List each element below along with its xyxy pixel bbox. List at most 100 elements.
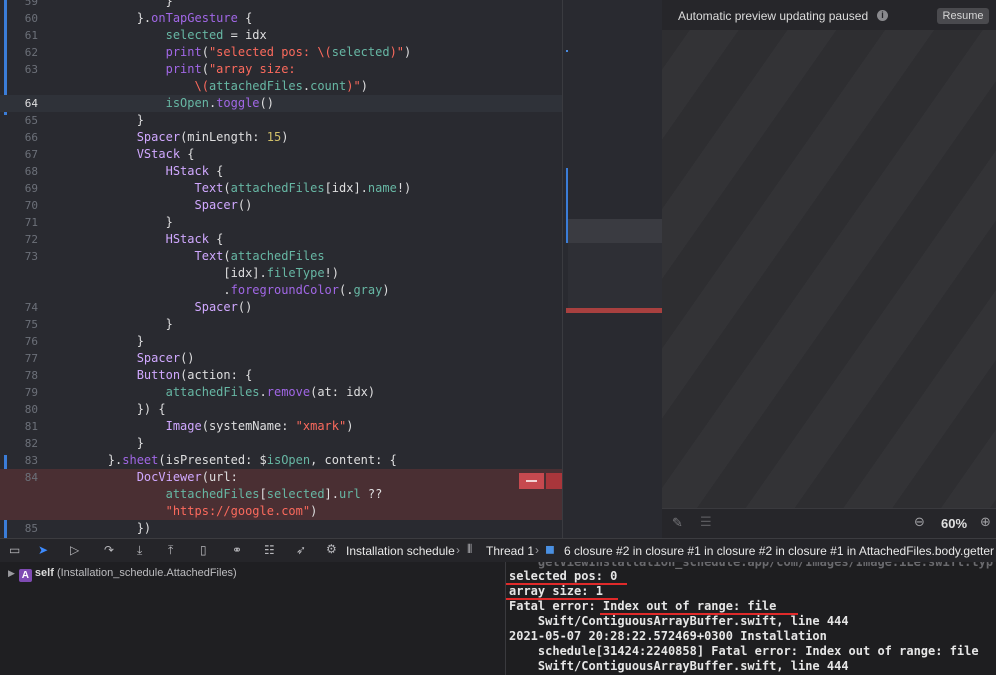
step-out-icon[interactable]: ⤒ (168, 543, 173, 558)
code-token: = idx (223, 28, 267, 42)
code-line[interactable]: 69 Text(attachedFiles[idx].name!) (0, 180, 562, 197)
code-line[interactable]: 67 VStack { (0, 146, 562, 163)
line-number: 71 (24, 216, 38, 229)
console-line: schedule[31424:2240858] Fatal error: Ind… (509, 644, 979, 658)
code-token: } (136, 436, 144, 450)
code-text: HStack { (50, 231, 224, 248)
step-over-icon[interactable]: ↷ (104, 543, 114, 557)
variable-type: (Installation_schedule.AttachedFiles) (56, 567, 237, 579)
breadcrumb-separator: › (456, 543, 460, 557)
code-text: }.sheet(isPresented: $isOpen, content: { (50, 452, 397, 469)
code-line[interactable]: 83 }.sheet(isPresented: $isOpen, content… (0, 452, 562, 469)
code-line[interactable]: "https://google.com") (0, 503, 562, 520)
zoom-out-icon[interactable]: ⊖ (914, 515, 925, 530)
minimap[interactable] (562, 0, 662, 538)
code-token: ) (360, 79, 368, 93)
code-line[interactable]: 64 isOpen.toggle() (0, 95, 562, 112)
breakpoints-toggle-icon[interactable]: ➤ (38, 543, 48, 557)
code-line[interactable]: 78 Button(action: { (0, 367, 562, 384)
code-line[interactable]: 61 selected = idx (0, 27, 562, 44)
code-line[interactable]: 84 DocViewer(url: (0, 469, 562, 486)
breadcrumb-thread[interactable]: Thread 1 (486, 544, 534, 558)
disclosure-triangle-icon[interactable]: ▶ (8, 568, 15, 578)
code-line[interactable]: 76 } (0, 333, 562, 350)
code-line[interactable]: 85 }) (0, 520, 562, 537)
code-line[interactable]: 80 }) { (0, 401, 562, 418)
code-token: ( (201, 45, 209, 59)
code-token: } (136, 113, 144, 127)
line-number: 78 (24, 369, 38, 382)
code-line[interactable]: 65 } (0, 112, 562, 129)
code-token: [idx]. (223, 266, 267, 280)
code-token: VStack (136, 147, 181, 161)
code-line[interactable]: 71 } (0, 214, 562, 231)
code-line[interactable]: 79 attachedFiles.remove(at: idx) (0, 384, 562, 401)
code-line[interactable]: 73 Text(attachedFiles (0, 248, 562, 265)
zoom-in-icon[interactable]: ⊕ (980, 515, 991, 530)
code-line[interactable]: 70 Spacer() (0, 197, 562, 214)
code-line[interactable]: \(attachedFiles.count)") (0, 78, 562, 95)
code-token: Text (194, 181, 224, 195)
simulate-location-icon[interactable]: ➶ (296, 543, 306, 557)
code-token: foregroundColor (230, 283, 339, 297)
step-into-icon[interactable]: ⤓ (137, 543, 142, 558)
view-hierarchy-icon[interactable]: ▯ (200, 543, 207, 557)
code-line[interactable]: 77 Spacer() (0, 350, 562, 367)
code-token: 15 (266, 130, 282, 144)
annotation-underline (506, 583, 627, 585)
code-line[interactable]: 74 Spacer() (0, 299, 562, 316)
code-line[interactable]: 75 } (0, 316, 562, 333)
continue-icon[interactable]: ▷ (70, 543, 79, 557)
resume-button[interactable]: Resume (937, 8, 989, 24)
line-number: 74 (24, 301, 38, 314)
code-token: "selected pos: \( (208, 45, 332, 59)
canvas-preview[interactable]: Automatic preview updating paused i Resu… (662, 0, 996, 539)
error-marker[interactable] (519, 473, 562, 489)
code-token: Image (165, 419, 202, 433)
code-token: attachedFiles (208, 79, 303, 93)
breadcrumb-target[interactable]: Installation schedule (346, 544, 455, 558)
code-line[interactable]: 81 Image(systemName: "xmark") (0, 418, 562, 435)
code-line[interactable]: [idx].fileType!) (0, 265, 562, 282)
code-line[interactable]: 82 } (0, 435, 562, 452)
code-editor[interactable]: 59 } 60 }.onTapGesture {61 selected = idx… (0, 0, 562, 538)
memory-graph-icon[interactable]: ⚭ (232, 543, 242, 557)
variable-row[interactable]: ▶ Aself (Installation_schedule.AttachedFi… (8, 567, 237, 582)
code-token: ) (310, 504, 318, 518)
line-number: 85 (24, 522, 38, 535)
preview-footer: ✎ ☰ ⊖ 60% ⊕ (662, 508, 996, 539)
console-output[interactable]: getViewInstallation_schedule.app/com/Ima… (505, 562, 996, 675)
code-token: } (165, 215, 173, 229)
hide-debug-area-icon[interactable]: ▭ (9, 543, 20, 557)
code-line[interactable]: 59 } (0, 0, 562, 10)
zoom-level[interactable]: 60% (941, 516, 967, 531)
code-line[interactable]: 60 }.onTapGesture { (0, 10, 562, 27)
code-line[interactable]: .foregroundColor(.gray) (0, 282, 562, 299)
code-token: print (165, 62, 202, 76)
minimap-visible-region[interactable] (568, 219, 662, 243)
code-line[interactable]: 68 HStack { (0, 163, 562, 180)
code-token: HStack (165, 164, 209, 178)
code-token: attachedFiles (165, 487, 260, 501)
line-number: 64 (24, 97, 38, 110)
code-line[interactable]: attachedFiles[selected].url ?? (0, 486, 562, 503)
code-token: ( (223, 181, 231, 195)
variables-view[interactable]: ▶ Aself (Installation_schedule.AttachedFi… (0, 562, 505, 675)
code-line[interactable]: 72 HStack { (0, 231, 562, 248)
code-token: sheet (122, 453, 159, 467)
device-settings-icon[interactable]: ☰ (700, 515, 712, 530)
pin-icon[interactable]: ✎ (672, 516, 683, 531)
code-line[interactable]: 66 Spacer(minLength: 15) (0, 129, 562, 146)
info-icon[interactable]: i (877, 10, 888, 21)
annotation-underline (506, 598, 618, 600)
breadcrumb-frame[interactable]: 6 closure #2 in closure #1 in closure #2… (564, 544, 994, 558)
code-text: } (50, 435, 144, 452)
code-line[interactable]: 63 print("array size: (0, 61, 562, 78)
code-line[interactable]: 62 print("selected pos: \(selected)") (0, 44, 562, 61)
environment-overrides-icon[interactable]: ☷ (264, 543, 275, 557)
line-number: 84 (24, 471, 38, 484)
